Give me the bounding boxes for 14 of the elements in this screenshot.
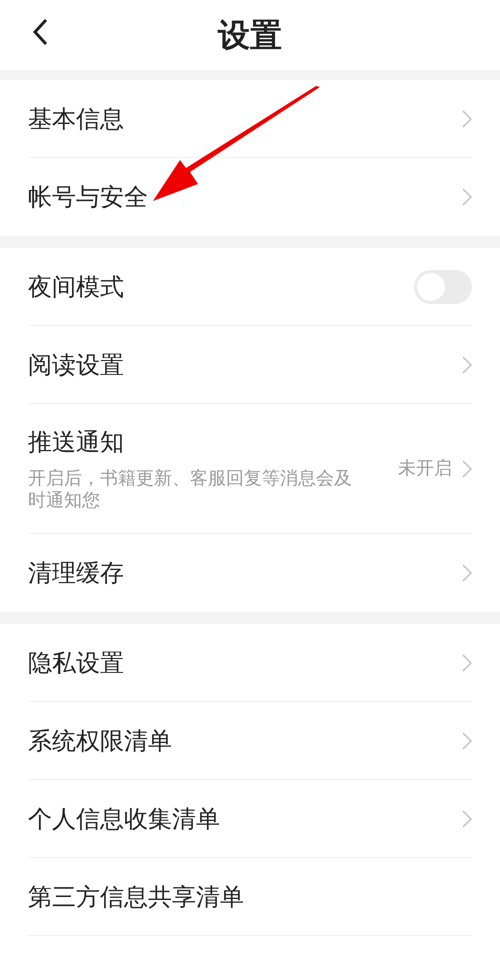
setting-label[interactable]: 清理缓存 [28,557,462,589]
setting-value: 未开启 [398,457,452,481]
setting-label[interactable]: 第三方信息共享清单 [28,880,472,912]
setting-label[interactable]: 夜间模式 [28,270,414,302]
page-title: 设置 [218,15,282,56]
back-icon [32,18,48,46]
setting-label[interactable]: 阅读设置 [28,348,462,380]
setting-label[interactable]: 推送通知 [28,426,398,458]
setting-label[interactable]: 系统权限清单 [28,724,462,756]
setting-label[interactable]: 个人信息收集清单 [28,802,462,834]
setting-label[interactable]: 隐私设置 [28,646,462,678]
setting-label[interactable]: 基本信息 [28,102,462,134]
setting-label[interactable]: 帐号与安全 [28,181,462,213]
setting-description: 开启后，书籍更新、客服回复等消息会及时通知您 [28,468,353,512]
